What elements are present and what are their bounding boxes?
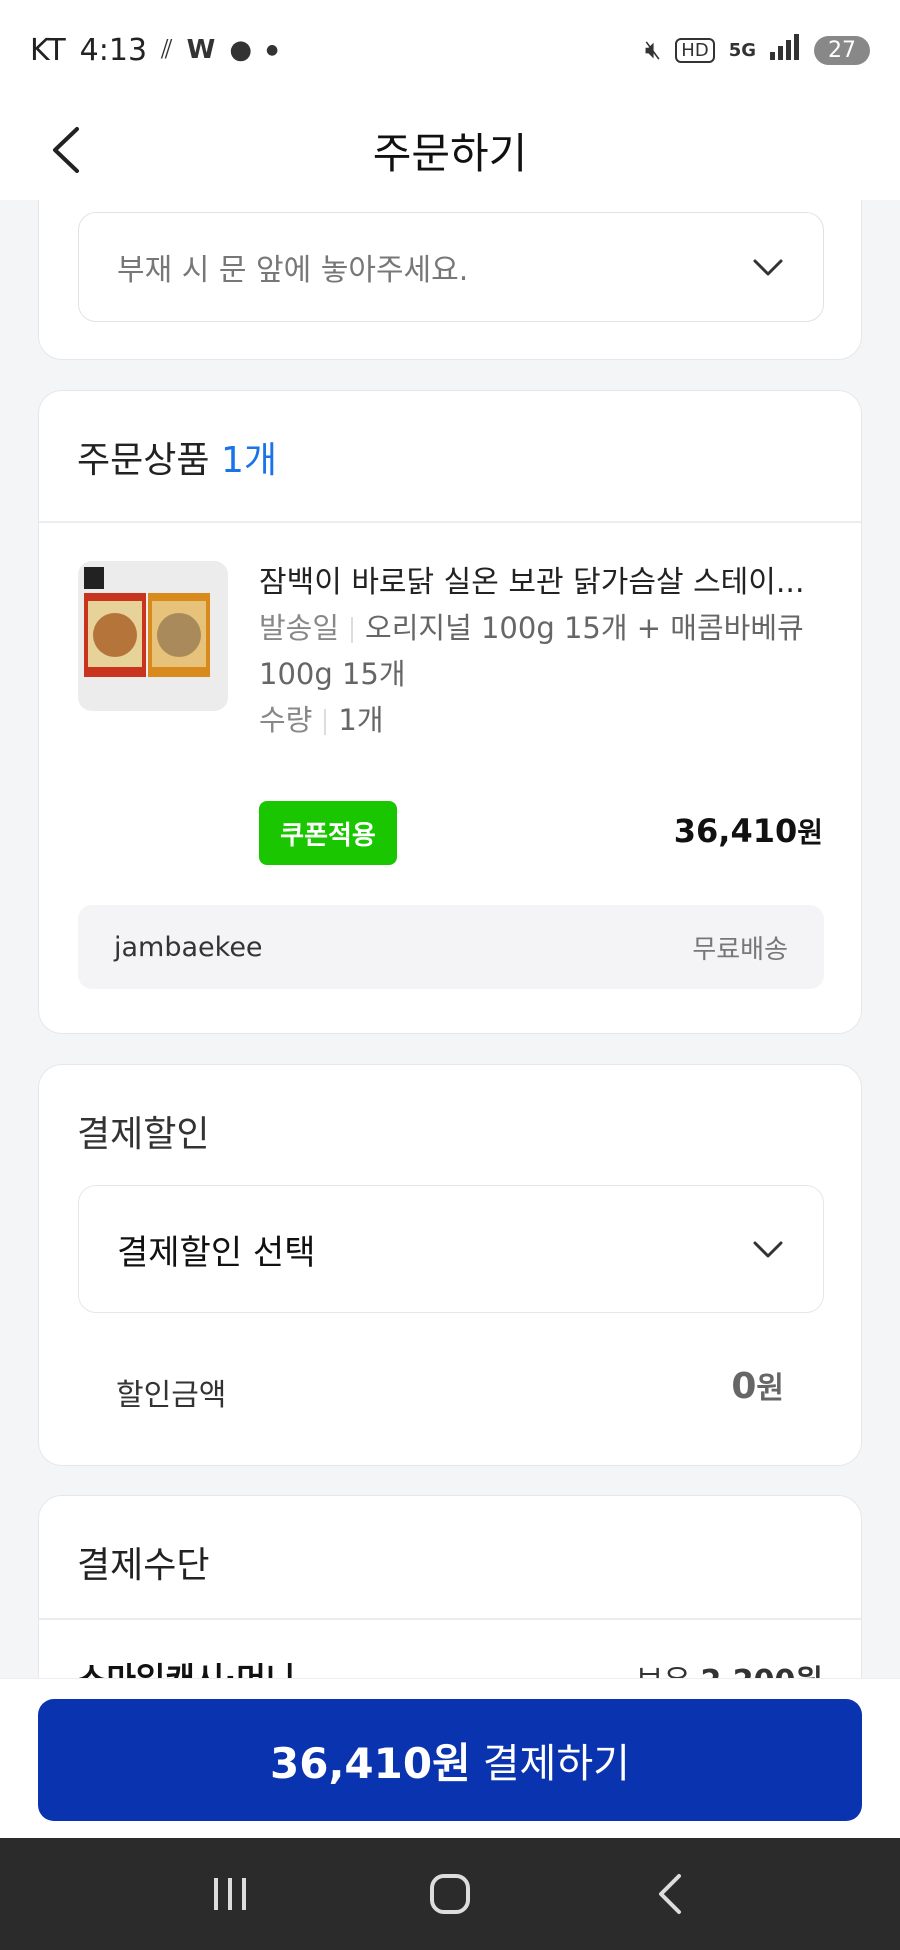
quantity-line: 수량 1개 — [259, 697, 384, 739]
signal-icon — [770, 33, 800, 67]
balance-prefix: 보유 — [636, 1664, 691, 1678]
divider — [39, 521, 861, 523]
order-items-card: 주문상품 1개 잠백이 바로닭 실온 보관 닭가슴살 스테이... 발송일 오리지… — [38, 390, 862, 1034]
chat-icon: ● — [229, 35, 253, 65]
price-value: 36,410 — [673, 812, 798, 850]
recent-apps-icon — [214, 1878, 246, 1910]
seller-row: jambaekee 무료배송 — [78, 905, 824, 989]
price-unit: 원 — [797, 816, 823, 849]
shipping-fee: 무료배송 — [692, 934, 788, 965]
chevron-down-icon — [753, 259, 783, 276]
payment-method-card: 결제수단 스마일캐시·머니 보유 2,200원 — [38, 1495, 862, 1678]
discount-amount-label: 할인금액 — [116, 1378, 227, 1413]
smile-cash-option[interactable]: 스마일캐시·머니 — [77, 1654, 295, 1678]
page-title: 주문하기 — [372, 128, 528, 178]
product-price: 36,410원 — [674, 811, 823, 851]
pay-button[interactable]: 36,410원 결제하기 — [38, 1699, 862, 1821]
separator — [351, 617, 354, 643]
discount-amount-unit: 원 — [756, 1371, 784, 1406]
product-option-line: 발송일 오리지널 100g 15개 + 매콤바베큐 — [259, 605, 804, 647]
5g-icon: 5G — [728, 39, 756, 61]
coupon-apply-button[interactable]: 쿠폰적용 — [259, 801, 397, 865]
delivery-request-value: 부재 시 문 앞에 놓아주세요. — [117, 253, 469, 288]
smile-cash-balance: 보유 2,200원 — [636, 1656, 823, 1678]
order-items-count: 1개 — [220, 440, 277, 481]
bottom-pay-bar: 36,410원 결제하기 — [0, 1678, 900, 1838]
system-nav-bar — [0, 1838, 900, 1950]
battery-icon: 27 — [814, 35, 870, 65]
pay-amount: 36,410원 — [270, 1738, 471, 1788]
back-button[interactable] — [38, 122, 94, 178]
delivery-request-select[interactable]: 부재 시 문 앞에 놓아주세요. — [78, 212, 824, 322]
order-items-title: 주문상품 — [77, 440, 210, 481]
payment-method-title: 결제수단 — [77, 1545, 210, 1586]
home-icon — [430, 1874, 470, 1914]
payment-discount-card: 결제할인 결제할인 선택 할인금액 0원 — [38, 1064, 862, 1466]
payment-discount-title: 결제할인 — [77, 1114, 210, 1155]
w-app-icon: W — [186, 35, 216, 65]
option-value: 오리지널 100g 15개 + 매콤바베큐 — [365, 611, 804, 645]
sync-icon: ⫽ — [161, 34, 173, 65]
payment-discount-select[interactable]: 결제할인 선택 — [78, 1185, 824, 1313]
discount-amount-value: 0 — [731, 1366, 757, 1407]
chevron-down-icon — [753, 1241, 783, 1258]
order-items-heading: 주문상품 1개 — [77, 431, 277, 483]
separator — [324, 709, 327, 735]
divider — [39, 1618, 861, 1620]
pay-label: 결제하기 — [482, 1741, 630, 1787]
quantity-label: 수량 — [259, 703, 313, 737]
discount-amount: 0원 — [731, 1363, 784, 1407]
option-value-continued: 100g 15개 — [259, 657, 406, 691]
system-back-button[interactable] — [630, 1854, 710, 1934]
carrier-label: KT — [30, 32, 66, 68]
quantity-value: 1개 — [338, 703, 384, 737]
option-label: 발송일 — [259, 611, 340, 645]
payment-discount-placeholder: 결제할인 선택 — [117, 1232, 316, 1273]
product-name[interactable]: 잠백이 바로닭 실온 보관 닭가슴살 스테이... — [259, 557, 839, 601]
delivery-request-card: 부재 시 문 앞에 놓아주세요. — [38, 200, 862, 360]
hd-icon: HD — [675, 37, 715, 63]
balance-value: 2,200원 — [701, 1664, 824, 1678]
back-icon — [659, 1874, 681, 1914]
dot-icon: ● — [266, 42, 279, 58]
clock: 4:13 — [79, 32, 148, 68]
chevron-left-icon — [53, 127, 79, 173]
seller-name: jambaekee — [114, 931, 263, 963]
status-bar: KT 4:13 ⫽ W ● ● 🔇︎ HD 5G 27 — [0, 0, 900, 100]
product-thumbnail[interactable] — [78, 561, 228, 711]
recent-apps-button[interactable] — [190, 1854, 270, 1934]
mute-icon: 🔇︎ — [644, 34, 662, 65]
order-content[interactable]: 부재 시 문 앞에 놓아주세요. 주문상품 1개 잠백이 바로닭 실온 보관 닭… — [0, 200, 900, 1678]
home-button[interactable] — [410, 1854, 490, 1934]
product-image — [78, 561, 228, 711]
app-header: 주문하기 — [0, 100, 900, 200]
